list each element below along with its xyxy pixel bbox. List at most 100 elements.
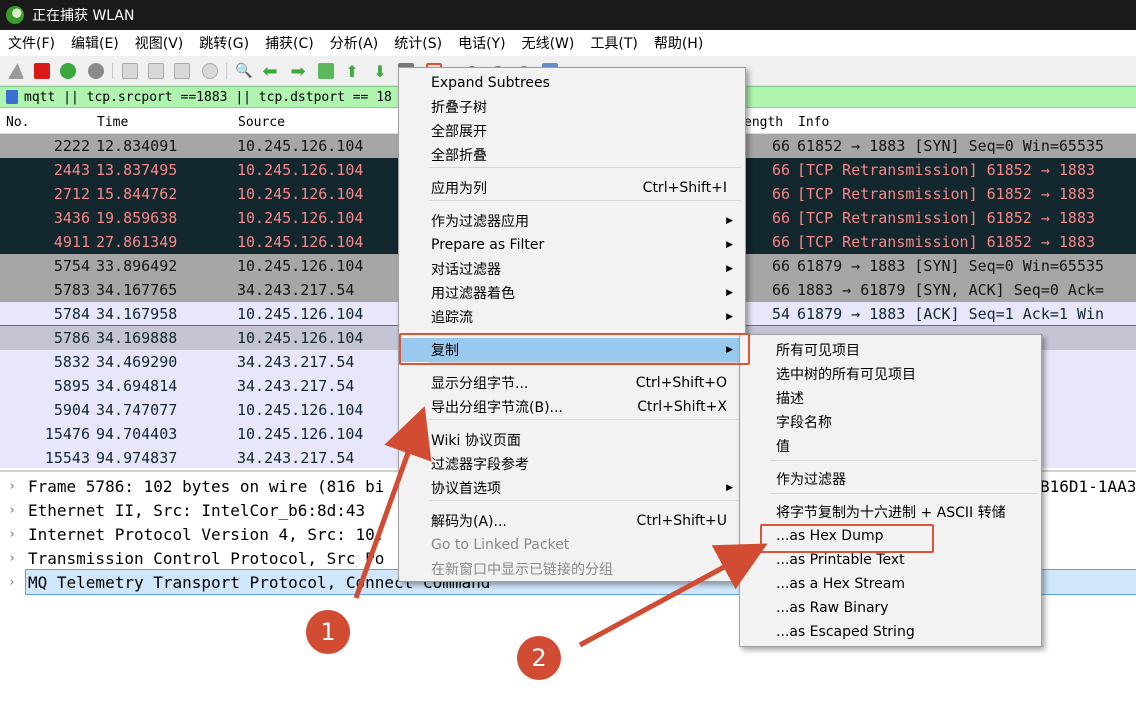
shark-fin-start-icon[interactable] [6, 61, 26, 81]
context-menu-item[interactable]: 显示分组字节... Ctrl+Shift+O [399, 371, 745, 395]
cell-time: 34.469290 [96, 353, 178, 371]
shortcut-label: Ctrl+Shift+I [642, 180, 727, 196]
copy-submenu-item[interactable]: 选中树的所有可见项目 [740, 362, 1041, 386]
wireshark-logo-icon [6, 6, 24, 24]
copy-submenu-item[interactable]: 将字节复制为十六进制 + ASCII 转储 [740, 500, 1041, 524]
cell-time: 34.169888 [96, 329, 178, 347]
context-menu-item[interactable]: 用过滤器着色 ▶ [399, 281, 745, 305]
context-menu-label: Go to Linked Packet [431, 537, 570, 553]
menu-item[interactable]: 电话(Y) [450, 33, 513, 53]
cell-source: 10.245.126.104 [237, 329, 364, 347]
context-menu-item[interactable]: 导出分组字节流(B)... Ctrl+Shift+X [399, 395, 745, 419]
copy-submenu-label: 选中树的所有可见项目 [776, 367, 916, 383]
context-menu-item[interactable]: 应用为列 Ctrl+Shift+I [399, 176, 745, 200]
context-menu-item[interactable]: Wiki 协议页面 [399, 428, 745, 452]
go-last-icon[interactable]: ⬇ [370, 61, 390, 81]
menu-item[interactable]: 视图(V) [127, 33, 192, 53]
context-menu-item[interactable]: 作为过滤器应用 ▶ [399, 209, 745, 233]
menu-item[interactable]: 统计(S) [386, 33, 450, 53]
copy-submenu-item[interactable]: 描述 [740, 386, 1041, 410]
menu-item[interactable]: 跳转(G) [191, 33, 257, 53]
cell-source: 10.245.126.104 [237, 425, 364, 443]
menu-item[interactable]: 无线(W) [514, 33, 583, 53]
chevron-right-icon[interactable]: › [0, 527, 24, 542]
menu-item[interactable]: 文件(F) [0, 33, 63, 53]
detail-tail: B16D1-1AA3 [1040, 476, 1136, 496]
column-header-info[interactable]: Info [798, 115, 829, 130]
context-menu-item[interactable]: 过滤器字段参考 [399, 452, 745, 476]
cell-no: 4911 [53, 233, 90, 251]
bookmark-filter-icon[interactable] [6, 90, 18, 104]
context-menu-label: Wiki 协议页面 [431, 433, 521, 449]
menu-item[interactable]: 捕获(C) [257, 33, 322, 53]
chevron-right-icon[interactable]: › [0, 503, 24, 518]
cell-length: 66 [771, 185, 790, 203]
cell-no: 5895 [53, 377, 90, 395]
step-badge-1: 1 [306, 610, 350, 654]
menu-item[interactable]: 编辑(E) [63, 33, 127, 53]
chevron-right-icon[interactable]: › [0, 479, 24, 494]
cell-length: 66 [771, 209, 790, 227]
go-first-icon[interactable]: ⬆ [342, 61, 362, 81]
cell-source: 34.243.217.54 [237, 281, 355, 299]
chevron-right-icon[interactable]: › [0, 570, 24, 594]
submenu-arrow-icon: ▶ [726, 264, 733, 274]
restart-capture-icon[interactable] [58, 61, 78, 81]
cell-source: 10.245.126.104 [237, 209, 364, 227]
save-file-icon[interactable] [146, 61, 166, 81]
context-menu-label: 折叠子树 [431, 100, 487, 116]
cell-length: 66 [771, 233, 790, 251]
cell-no: 5783 [53, 281, 90, 299]
context-menu-label: 导出分组字节流(B)... [431, 400, 563, 416]
cell-time: 12.834091 [96, 137, 178, 155]
menu-item[interactable]: 分析(A) [322, 33, 387, 53]
copy-submenu-label: 将字节复制为十六进制 + ASCII 转储 [776, 505, 1006, 521]
cell-time: 33.896492 [96, 257, 178, 275]
context-menu-item[interactable]: Expand Subtrees [399, 71, 745, 95]
cell-time: 19.859638 [96, 209, 178, 227]
detail-text: Transmission Control Protocol, Src Po [28, 548, 385, 568]
context-menu-item[interactable]: 全部折叠 [399, 143, 745, 167]
go-back-icon[interactable]: ⬅ [260, 61, 280, 82]
column-header-no[interactable]: No. [6, 115, 29, 130]
cell-length: 66 [771, 161, 790, 179]
context-menu-item[interactable]: 全部展开 [399, 119, 745, 143]
context-menu-item[interactable]: Prepare as Filter ▶ [399, 233, 745, 257]
reload-file-icon[interactable] [200, 61, 220, 81]
display-filter-input[interactable]: mqtt || tcp.srcport ==1883 || tcp.dstpor… [24, 90, 392, 105]
column-header-source[interactable]: Source [238, 115, 285, 130]
context-menu-item[interactable]: 解码为(A)... Ctrl+Shift+U [399, 509, 745, 533]
capture-options-icon[interactable] [86, 61, 106, 81]
copy-submenu-item[interactable]: 所有可见项目 [740, 338, 1041, 362]
menu-item[interactable]: 工具(T) [582, 33, 645, 53]
open-file-icon[interactable] [120, 61, 140, 81]
column-header-length[interactable]: ength [744, 115, 783, 130]
chevron-right-icon[interactable]: › [0, 551, 24, 566]
copy-submenu-item[interactable]: 字段名称 [740, 410, 1041, 434]
close-file-icon[interactable] [172, 61, 192, 81]
detail-text: Ethernet II, Src: IntelCor_b6:8d:43 [28, 500, 366, 520]
context-menu-item[interactable]: 对话过滤器 ▶ [399, 257, 745, 281]
cell-info: [TCP Retransmission] 61852 → 1883 [797, 161, 1096, 179]
stop-capture-icon[interactable] [32, 61, 52, 81]
detail-text: Frame 5786: 102 bytes on wire (816 bi [28, 476, 385, 496]
title-bar: 正在捕获 WLAN [0, 0, 1136, 30]
copy-submenu-item[interactable]: 值 [740, 434, 1041, 458]
context-menu-item[interactable]: 追踪流 ▶ [399, 305, 745, 329]
cell-time: 34.694814 [96, 377, 178, 395]
go-forward-icon[interactable]: ➡ [288, 61, 308, 82]
go-to-packet-icon[interactable] [316, 61, 336, 81]
menu-item[interactable]: 帮助(H) [646, 33, 711, 53]
context-menu-item[interactable]: 折叠子树 [399, 95, 745, 119]
copy-submenu-item[interactable]: ...as a Hex Stream [740, 572, 1041, 596]
column-header-time[interactable]: Time [97, 115, 128, 130]
shortcut-label: Ctrl+Shift+X [637, 399, 727, 415]
copy-submenu-item[interactable]: ...as Raw Binary [740, 596, 1041, 620]
submenu-arrow-icon: ▶ [726, 240, 733, 250]
context-menu-item[interactable]: 协议首选项 ▶ [399, 476, 745, 500]
copy-submenu-item[interactable]: 作为过滤器 [740, 467, 1041, 491]
cell-source: 10.245.126.104 [237, 137, 364, 155]
cell-length: 66 [771, 257, 790, 275]
copy-submenu-item[interactable]: ...as Escaped String [740, 620, 1041, 644]
find-packet-icon[interactable]: 🔍 [234, 61, 254, 81]
